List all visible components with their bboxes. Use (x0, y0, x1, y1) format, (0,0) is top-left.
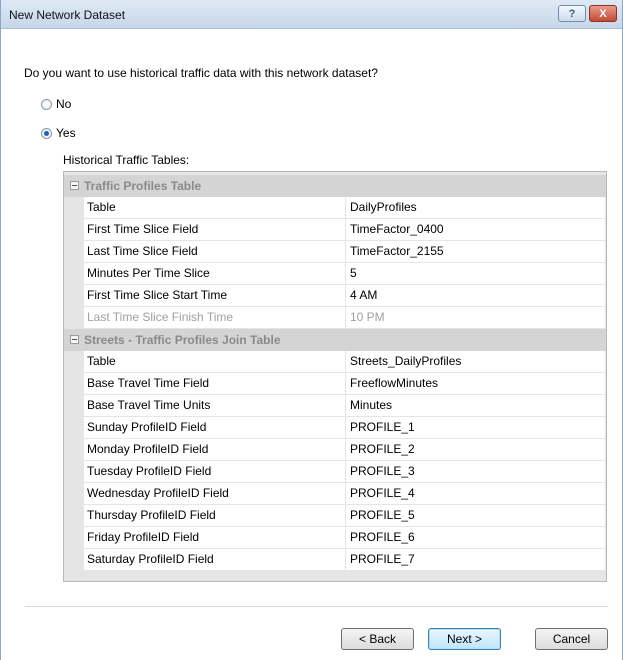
property-row[interactable]: Base Travel Time Units Minutes (84, 395, 605, 417)
property-value[interactable]: DailyProfiles (350, 197, 417, 218)
dialog-window: New Network Dataset ? X Do you want to u… (0, 0, 623, 660)
property-name: Last Time Slice Finish Time (84, 307, 346, 328)
property-row[interactable]: Table Streets_DailyProfiles (84, 351, 605, 373)
close-icon: X (599, 7, 607, 20)
property-value[interactable]: 4 AM (350, 285, 377, 306)
property-row[interactable]: Saturday ProfileID Field PROFILE_7 (84, 549, 605, 571)
help-icon: ? (568, 7, 576, 20)
category-traffic-profiles[interactable]: Traffic Profiles Table (64, 175, 606, 197)
property-row[interactable]: Base Travel Time Field FreeflowMinutes (84, 373, 605, 395)
property-name: First Time Slice Field (84, 219, 346, 240)
property-row-disabled: Last Time Slice Finish Time 10 PM (84, 307, 605, 329)
close-button[interactable]: X (589, 5, 617, 22)
property-name: Minutes Per Time Slice (84, 263, 346, 284)
property-value[interactable]: PROFILE_6 (350, 527, 415, 548)
property-name: First Time Slice Start Time (84, 285, 346, 306)
next-button[interactable]: Next > (428, 628, 501, 650)
cancel-button[interactable]: Cancel (535, 628, 608, 650)
radio-no[interactable]: No (41, 97, 71, 111)
property-name: Tuesday ProfileID Field (84, 461, 346, 482)
property-name: Monday ProfileID Field (84, 439, 346, 460)
property-name: Sunday ProfileID Field (84, 417, 346, 438)
category-streets-join[interactable]: Streets - Traffic Profiles Join Table (64, 329, 606, 351)
title-bar[interactable]: New Network Dataset ? X (1, 0, 622, 29)
property-row[interactable]: Monday ProfileID Field PROFILE_2 (84, 439, 605, 461)
property-value[interactable]: Streets_DailyProfiles (350, 351, 461, 372)
category-label: Traffic Profiles Table (84, 179, 202, 193)
property-value[interactable]: PROFILE_5 (350, 505, 415, 526)
radio-yes-label: Yes (56, 126, 76, 140)
radio-yes[interactable]: Yes (41, 126, 76, 140)
property-value[interactable]: PROFILE_7 (350, 549, 415, 570)
help-button[interactable]: ? (558, 5, 586, 22)
property-name: Thursday ProfileID Field (84, 505, 346, 526)
window-title: New Network Dataset (9, 8, 126, 22)
property-name: Last Time Slice Field (84, 241, 346, 262)
category-label: Streets - Traffic Profiles Join Table (84, 333, 281, 347)
property-value[interactable]: TimeFactor_2155 (350, 241, 444, 262)
property-value[interactable]: Minutes (350, 395, 392, 416)
property-name: Table (84, 351, 346, 372)
property-row[interactable]: Friday ProfileID Field PROFILE_6 (84, 527, 605, 549)
property-value[interactable]: 5 (350, 263, 357, 284)
property-row[interactable]: Minutes Per Time Slice 5 (84, 263, 605, 285)
question-text: Do you want to use historical traffic da… (24, 66, 378, 80)
property-value[interactable]: FreeflowMinutes (350, 373, 438, 394)
collapse-icon[interactable] (70, 335, 79, 344)
property-name: Base Travel Time Field (84, 373, 346, 394)
property-grid: Traffic Profiles Table Table DailyProfil… (63, 171, 607, 582)
property-row[interactable]: Sunday ProfileID Field PROFILE_1 (84, 417, 605, 439)
radio-no-icon[interactable] (41, 98, 52, 110)
radio-yes-icon[interactable] (41, 127, 52, 139)
property-value[interactable]: PROFILE_4 (350, 483, 415, 504)
property-row[interactable]: First Time Slice Field TimeFactor_0400 (84, 219, 605, 241)
property-value: 10 PM (350, 310, 385, 324)
property-value[interactable]: TimeFactor_0400 (350, 219, 444, 240)
back-button[interactable]: < Back (341, 628, 414, 650)
property-name: Base Travel Time Units (84, 395, 346, 416)
property-name: Friday ProfileID Field (84, 527, 346, 548)
historical-tables-label: Historical Traffic Tables: (63, 153, 190, 167)
property-value[interactable]: PROFILE_1 (350, 417, 415, 438)
property-row[interactable]: Wednesday ProfileID Field PROFILE_4 (84, 483, 605, 505)
button-separator (25, 606, 608, 607)
property-row[interactable]: Thursday ProfileID Field PROFILE_5 (84, 505, 605, 527)
collapse-icon[interactable] (70, 181, 79, 190)
property-value[interactable]: PROFILE_3 (350, 461, 415, 482)
property-name: Saturday ProfileID Field (84, 549, 346, 570)
property-name: Table (84, 197, 346, 218)
radio-no-label: No (56, 97, 72, 111)
property-row[interactable]: Tuesday ProfileID Field PROFILE_3 (84, 461, 605, 483)
property-name: Wednesday ProfileID Field (84, 483, 346, 504)
property-row[interactable]: Last Time Slice Field TimeFactor_2155 (84, 241, 605, 263)
property-row[interactable]: Table DailyProfiles (84, 197, 605, 219)
property-row[interactable]: First Time Slice Start Time 4 AM (84, 285, 605, 307)
property-value[interactable]: PROFILE_2 (350, 439, 415, 460)
